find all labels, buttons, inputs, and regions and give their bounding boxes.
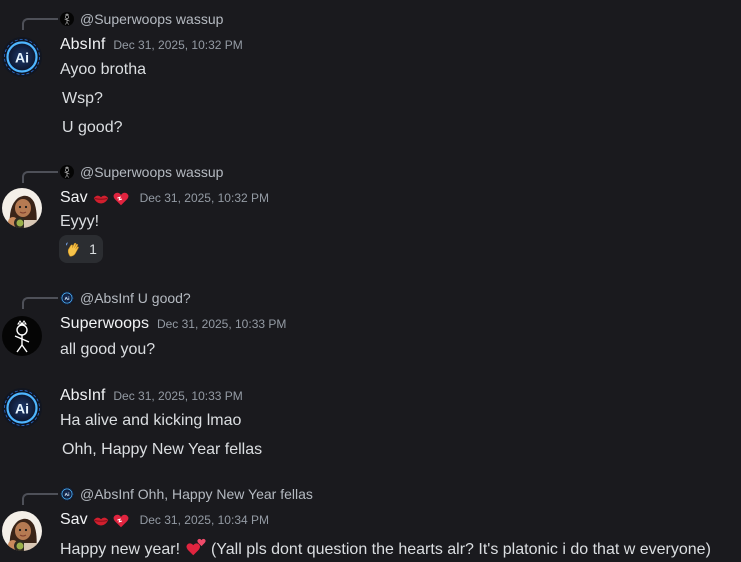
message-header: Sav Dec 31, 2025, 10:32 PM bbox=[60, 189, 269, 209]
username[interactable]: Superwoops bbox=[60, 315, 149, 333]
reply-connector bbox=[22, 493, 58, 505]
message-text: U good? bbox=[62, 119, 123, 136]
reply-connector bbox=[22, 171, 58, 183]
reply-preview[interactable]: @AbsInf Ohh, Happy New Year fellas bbox=[60, 485, 313, 503]
username[interactable]: AbsInf bbox=[60, 387, 105, 405]
reply-text: @AbsInf Ohh, Happy New Year fellas bbox=[80, 486, 313, 502]
username[interactable]: Sav bbox=[60, 189, 88, 207]
message-text: Ohh, Happy New Year fellas bbox=[62, 441, 263, 458]
ai-logo-icon[interactable] bbox=[2, 388, 42, 428]
user-badges bbox=[92, 512, 130, 530]
reply-preview[interactable]: @AbsInf U good? bbox=[60, 289, 191, 307]
reaction-count: 1 bbox=[89, 241, 97, 257]
timestamp[interactable]: Dec 31, 2025, 10:32 PM bbox=[140, 191, 269, 205]
message-text: all good you? bbox=[60, 341, 156, 358]
message-text: Eyyy! bbox=[60, 213, 100, 230]
ai-logo-icon bbox=[60, 291, 74, 305]
stick-figure-avatar-icon bbox=[60, 165, 74, 179]
reaction-pill[interactable]: 1 bbox=[59, 235, 103, 263]
user-badges bbox=[92, 190, 130, 208]
two-hearts-icon bbox=[185, 536, 207, 558]
username[interactable]: Sav bbox=[60, 511, 88, 529]
lips-icon bbox=[92, 190, 110, 208]
message-text: Happy new year! (Yall pls dont question … bbox=[60, 536, 711, 559]
message-text: Wsp? bbox=[62, 90, 103, 107]
timestamp[interactable]: Dec 31, 2025, 10:33 PM bbox=[113, 389, 242, 403]
ai-logo-icon bbox=[60, 487, 74, 501]
reply-preview[interactable]: @Superwoops wassup bbox=[60, 163, 223, 181]
reply-text: @Superwoops wassup bbox=[80, 11, 224, 27]
lips-icon bbox=[92, 512, 110, 530]
message-header: AbsInf Dec 31, 2025, 10:33 PM bbox=[60, 387, 243, 407]
girl-avatar-icon[interactable] bbox=[2, 511, 42, 551]
heart-icon bbox=[112, 190, 130, 208]
reply-text: @Superwoops wassup bbox=[80, 164, 224, 180]
timestamp[interactable]: Dec 31, 2025, 10:33 PM bbox=[157, 317, 286, 331]
reply-connector bbox=[22, 18, 58, 30]
message-text: Ayoo brotha bbox=[60, 61, 146, 78]
stick-figure-avatar-icon[interactable] bbox=[2, 316, 42, 356]
ai-logo-icon[interactable] bbox=[2, 37, 42, 77]
message-text-part: (Yall pls dont question the hearts alr? … bbox=[210, 541, 711, 558]
message-header: AbsInf Dec 31, 2025, 10:32 PM bbox=[60, 36, 243, 56]
message-header: Superwoops Dec 31, 2025, 10:33 PM bbox=[60, 315, 286, 335]
message-text-part: Happy new year! bbox=[60, 541, 181, 558]
stick-figure-avatar-icon bbox=[60, 12, 74, 26]
waving-hand-icon bbox=[65, 241, 82, 258]
girl-avatar-icon[interactable] bbox=[2, 188, 42, 228]
reply-preview[interactable]: @Superwoops wassup bbox=[60, 10, 223, 28]
heart-icon bbox=[112, 512, 130, 530]
message-text: Ha alive and kicking lmao bbox=[60, 412, 242, 429]
reply-connector bbox=[22, 297, 58, 309]
username[interactable]: AbsInf bbox=[60, 36, 105, 54]
timestamp[interactable]: Dec 31, 2025, 10:34 PM bbox=[140, 513, 269, 527]
timestamp[interactable]: Dec 31, 2025, 10:32 PM bbox=[113, 38, 242, 52]
reply-text: @AbsInf U good? bbox=[80, 290, 191, 306]
message-header: Sav Dec 31, 2025, 10:34 PM bbox=[60, 511, 269, 531]
